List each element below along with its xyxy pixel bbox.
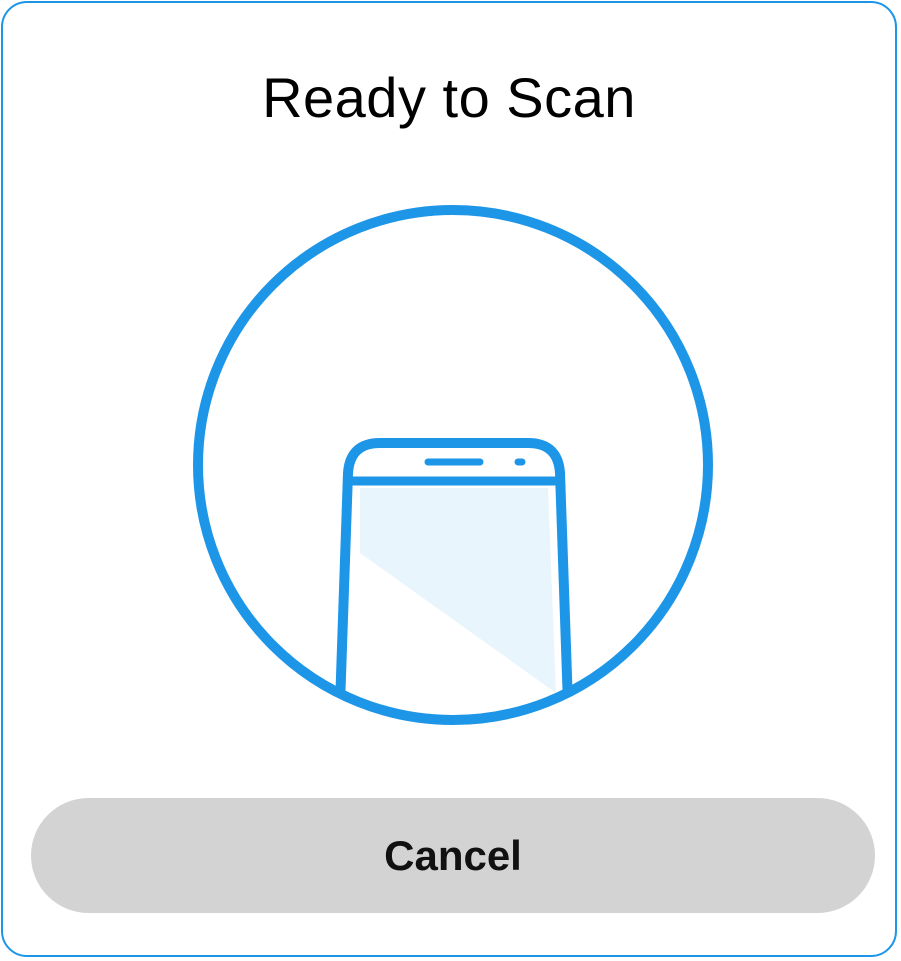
phone-scan-icon — [188, 203, 718, 728]
scan-dialog: Ready to Scan Cancel — [1, 1, 897, 957]
cancel-button-label: Cancel — [384, 831, 522, 879]
cancel-button[interactable]: Cancel — [31, 798, 875, 913]
dialog-title: Ready to Scan — [262, 66, 636, 129]
